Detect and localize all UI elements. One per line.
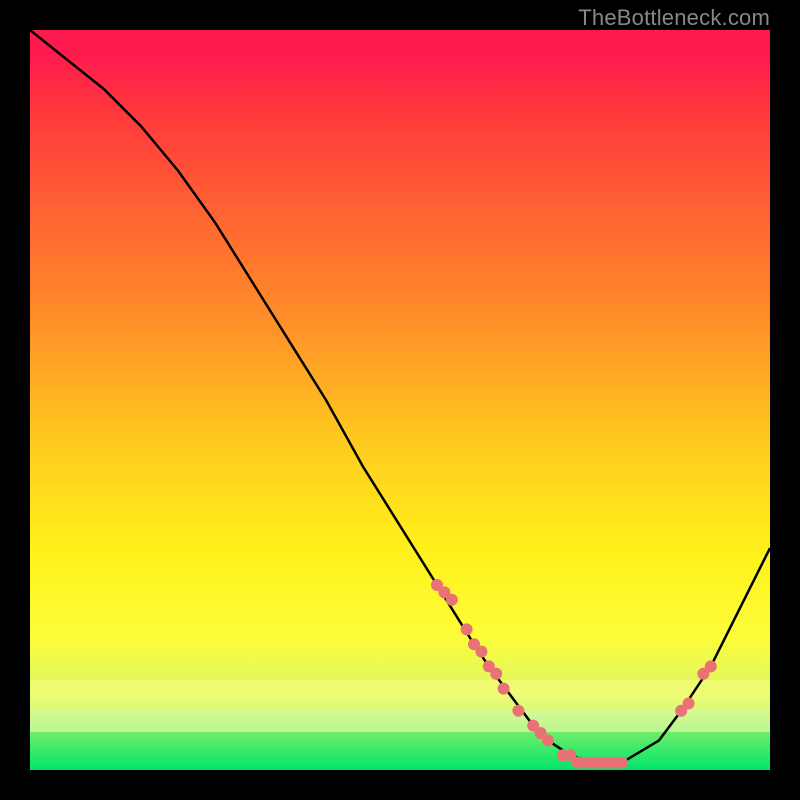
data-marker: [705, 660, 717, 672]
data-marker: [475, 646, 487, 658]
data-marker: [683, 697, 695, 709]
data-marker: [542, 734, 554, 746]
data-marker: [490, 668, 502, 680]
chart-frame: TheBottleneck.com: [0, 0, 800, 800]
data-marker: [512, 705, 524, 717]
bottleneck-curve: [30, 30, 770, 763]
watermark-text: TheBottleneck.com: [578, 5, 770, 31]
data-marker: [498, 683, 510, 695]
data-marker: [616, 757, 628, 769]
plot-area: [30, 30, 770, 770]
curve-markers: [431, 579, 717, 769]
curve-layer: [30, 30, 770, 770]
data-marker: [461, 623, 473, 635]
data-marker: [446, 594, 458, 606]
